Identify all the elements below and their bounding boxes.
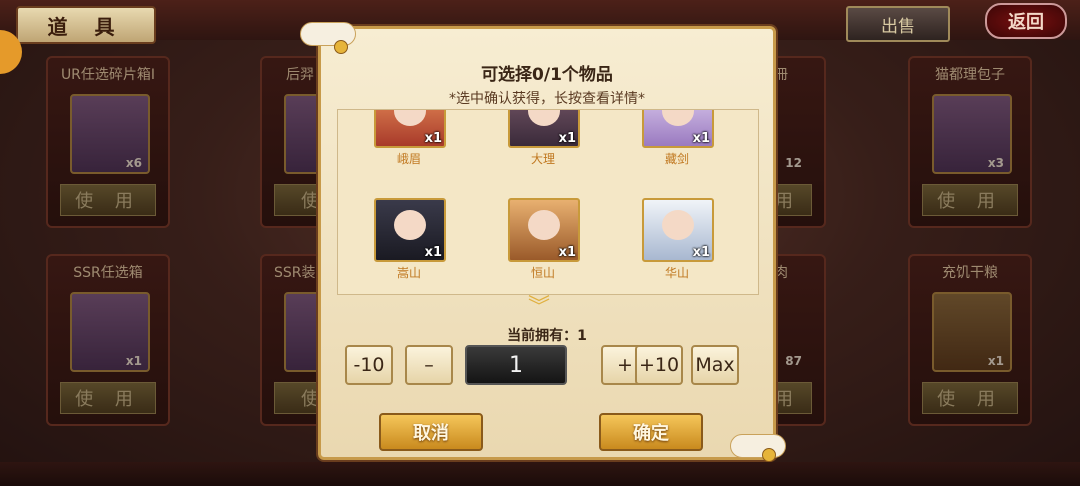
sell-button[interactable]: 出售 [846,6,950,42]
hero-qty: x1 [558,131,576,146]
hero-qty: x1 [692,131,710,146]
hero-portrait: x1 [374,110,446,148]
hero-portrait: x1 [642,198,714,262]
hero-item[interactable]: x1 大理 [508,110,580,167]
cloud-ornament-icon [300,22,356,46]
hero-name: 华山 [664,266,689,280]
face-icon [662,110,694,126]
hero-name: 嵩山 [396,266,421,280]
cloud-ornament-icon [730,434,786,458]
hero-portrait: x1 [374,198,446,262]
hero-name: 恒山 [530,266,555,280]
hero-portrait: x1 [508,198,580,262]
back-button[interactable]: 返回 [985,3,1067,39]
hero-name: 藏剑 [664,152,689,166]
hero-item[interactable]: x1 峨眉 [374,110,446,167]
confirm-button[interactable]: 确定 [599,413,703,451]
owned-count: 当前拥有：1 [507,328,587,344]
page-title-text: 道 具 [47,14,125,39]
hero-item[interactable]: x1 藏剑 [642,110,714,167]
hero-qty: x1 [558,245,576,260]
hero-item[interactable]: x1 嵩山 [374,198,446,281]
face-icon [528,110,560,126]
hero-item[interactable]: x1 恒山 [508,198,580,281]
hero-item[interactable] [374,294,444,295]
max-button[interactable]: Max [691,345,739,385]
hero-portrait: x1 [508,110,580,148]
hero-qty: x1 [424,131,442,146]
hero-qty: x1 [424,245,442,260]
flower-ornament-icon [762,448,776,462]
face-icon [662,210,694,240]
dialog-title: 可选择0/1个物品 [481,65,613,85]
face-icon [394,210,426,240]
plus-ten-button[interactable]: +10 [635,345,683,385]
minus-button[interactable]: – [405,345,453,385]
hero-portrait: x1 [642,110,714,148]
hero-item[interactable]: x1 华山 [642,198,714,281]
hero-portrait [374,294,446,295]
scroll-down-icon[interactable]: ︾ [515,291,563,320]
hero-grid[interactable]: x1 峨眉 x1 大理 x1 藏剑 x1 嵩山 x1 恒山 x1 华山 [337,109,759,295]
hero-name: 大理 [530,152,555,166]
quantity-field[interactable]: 1 [465,345,567,385]
face-icon [528,210,560,240]
dialog-hint: *选中确认获得，长按查看详情* [449,91,645,107]
minus-ten-button[interactable]: -10 [345,345,393,385]
face-icon [394,110,426,126]
hero-qty: x1 [692,245,710,260]
hero-name: 峨眉 [396,152,421,166]
flower-ornament-icon [334,40,348,54]
cancel-button[interactable]: 取消 [379,413,483,451]
page-title: 道 具 [16,6,156,44]
select-item-dialog: 可选择0/1个物品 *选中确认获得，长按查看详情* x1 峨眉 x1 大理 x1… [318,26,776,460]
